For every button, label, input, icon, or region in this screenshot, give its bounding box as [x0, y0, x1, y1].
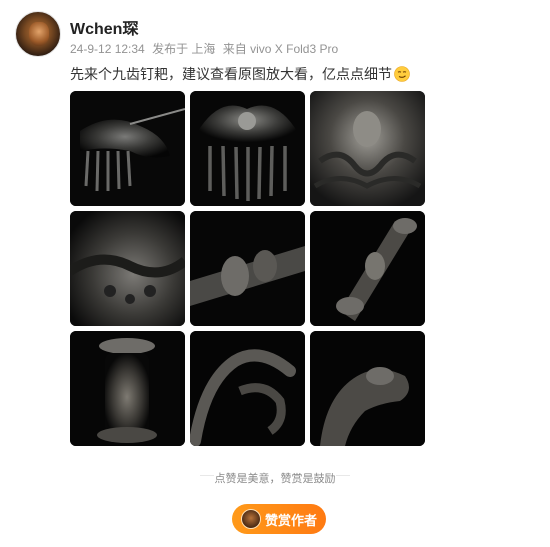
- image-buddha-face-detail[interactable]: [310, 91, 425, 206]
- smirk-emoji-icon: [394, 66, 410, 82]
- post-content: 先来个九齿钉耙，建议查看原图放大看，亿点点细节: [70, 64, 410, 84]
- image-dragon-head-detail[interactable]: [310, 331, 425, 446]
- divider-text: 点赞是美意，赞赏是鼓励: [214, 473, 336, 485]
- post-meta: 24-9-12 12:34 发布于 上海 来自 vivo X Fold3 Pro: [70, 40, 342, 57]
- image-handle-figure-statue[interactable]: [70, 331, 185, 446]
- reward-author-button[interactable]: 赞赏作者: [232, 504, 326, 534]
- image-dragon-curve-handle[interactable]: [190, 331, 305, 446]
- divider-line-right: [336, 475, 350, 476]
- username[interactable]: Wchen琛: [70, 15, 138, 39]
- image-rake-front-comb[interactable]: [190, 91, 305, 206]
- reward-avatar-icon: [240, 509, 261, 529]
- reward-label: 赞赏作者: [264, 512, 317, 528]
- post-text: 先来个九齿钉耙，建议查看原图放大看，亿点点细节: [70, 66, 392, 82]
- image-rake-dragon-side[interactable]: [70, 91, 185, 206]
- post-location: 发布于 上海: [152, 42, 216, 56]
- image-grid: [70, 91, 425, 446]
- post-device[interactable]: 来自 vivo X Fold3 Pro: [223, 42, 338, 56]
- image-handle-dragon-closeup[interactable]: [190, 211, 305, 326]
- image-handle-pillar-figures[interactable]: [310, 211, 425, 326]
- post-timestamp: 24-9-12 12:34: [70, 42, 145, 56]
- image-dragon-relief-detail[interactable]: [70, 211, 185, 326]
- user-avatar[interactable]: [15, 11, 61, 57]
